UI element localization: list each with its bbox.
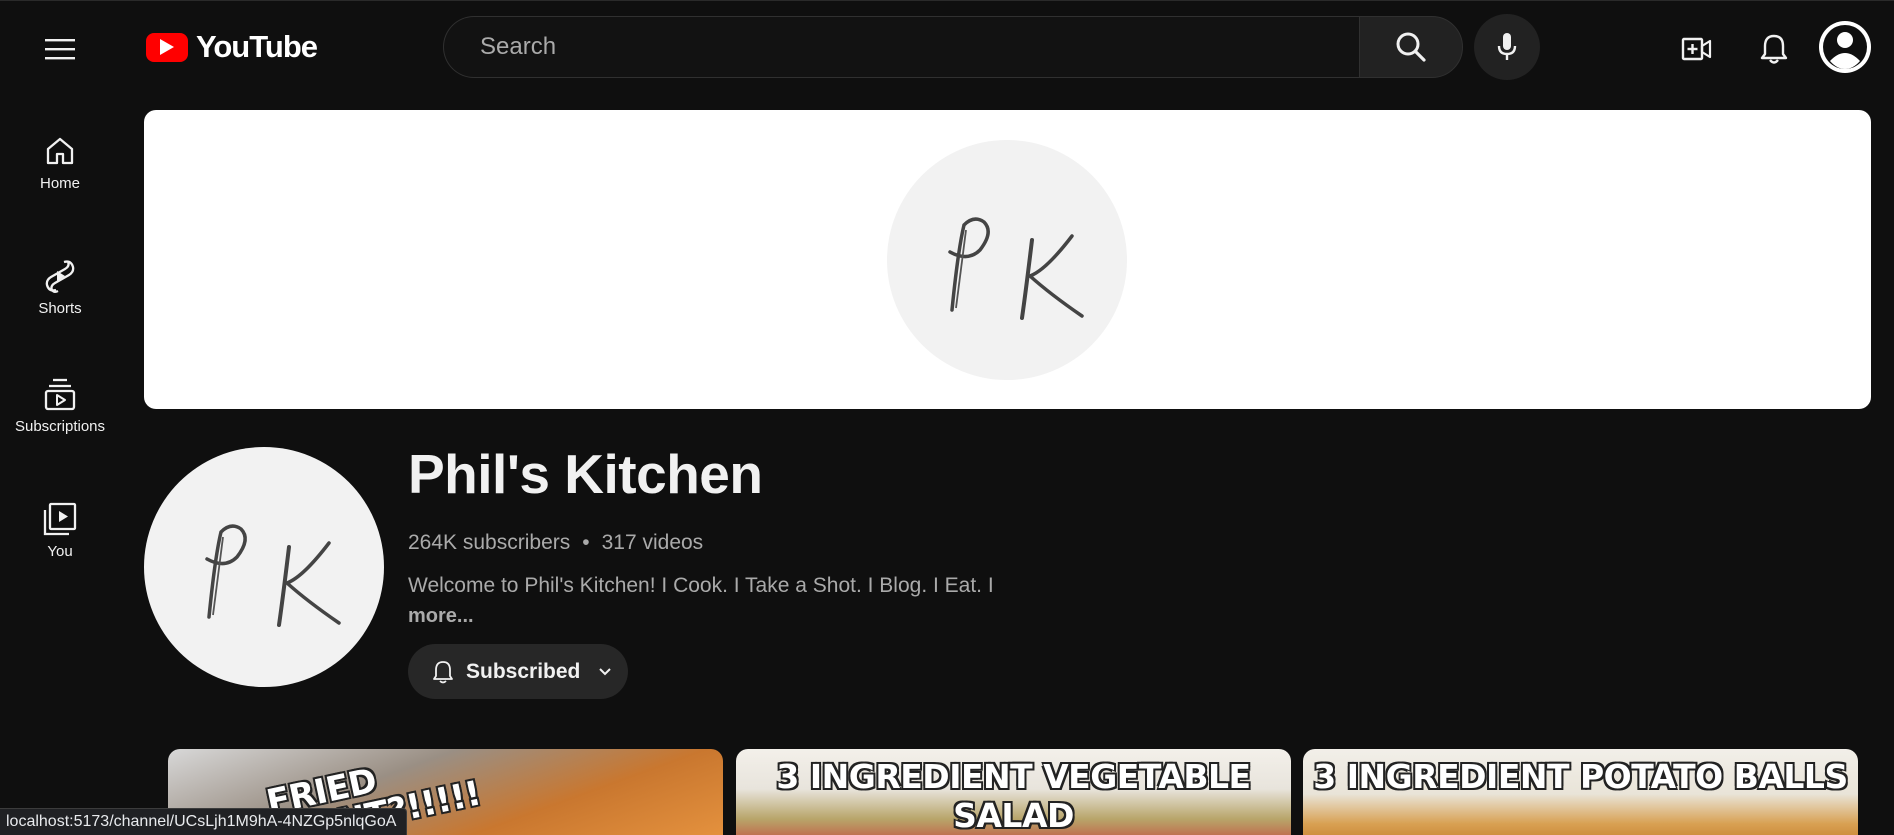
- channel-avatar[interactable]: [144, 447, 384, 687]
- search-button[interactable]: [1359, 16, 1463, 78]
- meta-separator: •: [582, 531, 590, 554]
- sidebar-item-you[interactable]: You: [0, 501, 120, 601]
- thumbnail-text: 3 INGREDIENT VEGETABLE SALAD: [776, 757, 1251, 835]
- shorts-icon: [44, 258, 76, 294]
- youtube-play-icon: [146, 32, 188, 62]
- sidebar-item-subscriptions[interactable]: Subscriptions: [0, 376, 120, 476]
- channel-banner: [144, 110, 1871, 409]
- video-thumbnail[interactable]: 3 INGREDIENT POTATO BALLS: [1303, 749, 1858, 835]
- bell-icon: [433, 660, 453, 683]
- top-bar: YouTube: [0, 1, 1894, 91]
- user-icon: [1820, 22, 1870, 72]
- sidebar-item-label: Home: [39, 175, 80, 192]
- video-count: 317 videos: [601, 531, 704, 554]
- channel-stats: 264K subscribers • 317 videos: [408, 531, 703, 555]
- notifications-button[interactable]: [1751, 26, 1797, 72]
- subscribed-label: Subscribed: [466, 659, 581, 683]
- microphone-icon: [1497, 33, 1517, 60]
- subscribed-button[interactable]: Subscribed: [408, 644, 628, 699]
- video-plus-icon: [1681, 37, 1712, 61]
- you-icon: [43, 501, 77, 537]
- search-bar: [443, 16, 1463, 78]
- chevron-down-icon: [599, 667, 612, 675]
- logo-text: YouTube: [196, 29, 318, 64]
- account-avatar[interactable]: [1819, 21, 1871, 73]
- search-input[interactable]: [443, 16, 1359, 78]
- channel-name: Phil's Kitchen: [408, 443, 763, 505]
- channel-description: Welcome to Phil's Kitchen! I Cook. I Tak…: [408, 574, 994, 597]
- more-link[interactable]: more...: [408, 605, 474, 628]
- sidebar-item-label: Shorts: [38, 300, 82, 317]
- bell-icon: [1760, 34, 1788, 64]
- sidebar-item-label: Subscriptions: [14, 418, 106, 435]
- create-video-button[interactable]: [1674, 26, 1720, 72]
- home-icon: [44, 133, 76, 169]
- subscriber-count: 264K subscribers: [408, 531, 571, 554]
- youtube-logo[interactable]: YouTube: [146, 29, 318, 65]
- voice-search-button[interactable]: [1474, 14, 1540, 80]
- sidebar-item-home[interactable]: Home: [0, 133, 120, 233]
- video-thumbnail[interactable]: 3 INGREDIENT VEGETABLE SALAD: [736, 749, 1291, 835]
- banner-logo: [887, 140, 1127, 380]
- browser-status-bar: localhost:5173/channel/UCsLjh1M9hA-4NZGp…: [0, 808, 408, 835]
- menu-icon[interactable]: [37, 26, 83, 72]
- sidebar-item-shorts[interactable]: Shorts: [0, 258, 120, 358]
- thumbnail-text: 3 INGREDIENT POTATO BALLS: [1313, 757, 1848, 796]
- subscriptions-icon: [44, 376, 76, 412]
- sidebar-item-label: You: [47, 543, 73, 560]
- search-icon: [1396, 32, 1426, 62]
